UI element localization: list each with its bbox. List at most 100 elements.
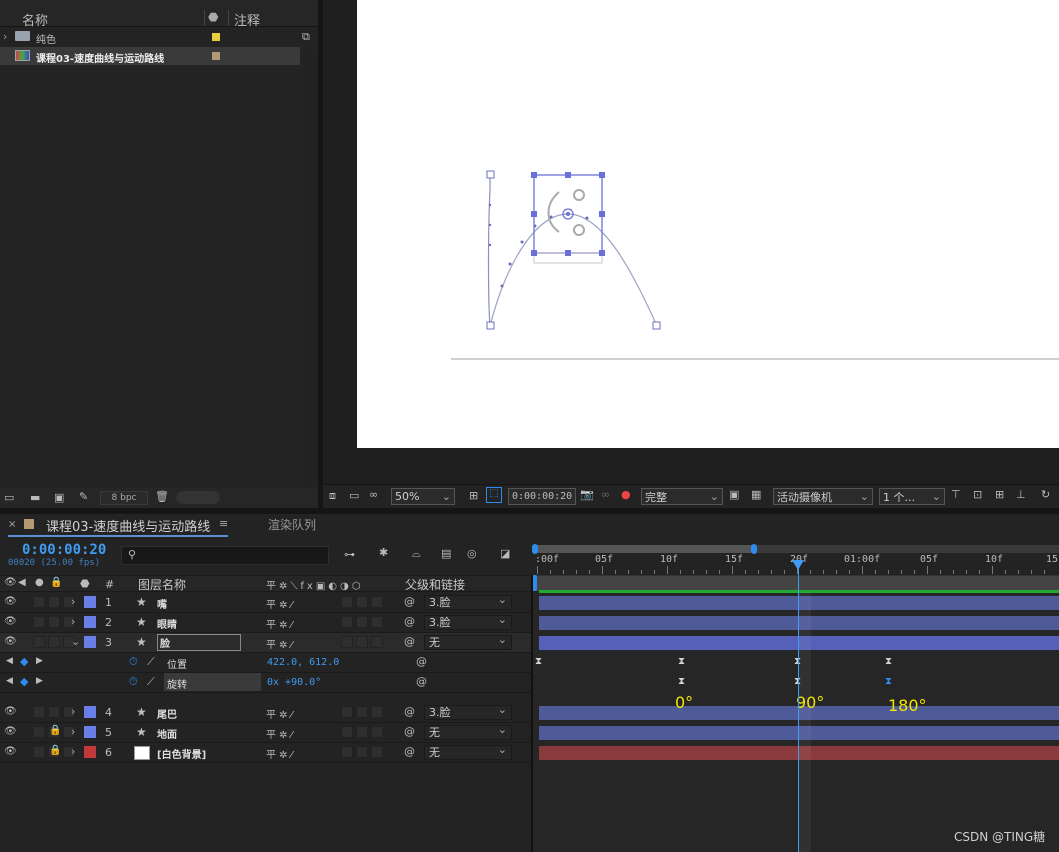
label-tag-icon[interactable]: ⬣ bbox=[80, 577, 90, 590]
graph-editor-icon[interactable]: ◪ bbox=[500, 547, 510, 560]
parent-select[interactable]: 3.脸 bbox=[424, 613, 512, 630]
position-keyframe[interactable]: ⧗ bbox=[678, 656, 685, 667]
layer-name[interactable]: 尾巴 bbox=[157, 706, 177, 721]
layer-label-color[interactable] bbox=[84, 616, 96, 628]
search-input[interactable]: ⚲ bbox=[121, 546, 329, 565]
switch-icons[interactable]: 平 ✲ ⁄ bbox=[266, 706, 292, 721]
graph-icon[interactable]: ⟋ bbox=[147, 655, 155, 669]
tab-render-queue[interactable]: 渲染队列 bbox=[268, 516, 316, 533]
layer-name[interactable]: 眼睛 bbox=[157, 616, 177, 631]
parent-header[interactable]: 父级和链接 bbox=[405, 576, 465, 593]
monitor-icon[interactable]: ▭ bbox=[349, 489, 359, 502]
prev-keyframe-icon[interactable]: ◀ bbox=[6, 656, 13, 666]
switch-box[interactable] bbox=[356, 596, 368, 608]
region-icon[interactable]: ⧈ bbox=[329, 489, 336, 503]
parent-select[interactable]: 无 bbox=[424, 723, 512, 740]
property-row[interactable]: ◀ ◆ ▶ ⏱ ⟋ 旋转 0x +90.0° @ bbox=[0, 673, 532, 693]
switch-box[interactable] bbox=[371, 616, 383, 628]
layer-row[interactable]: 👁 › 4 ★ 尾巴 平 ✲ ⁄ @ 3.脸 bbox=[0, 703, 532, 723]
timeline-navigator[interactable] bbox=[535, 575, 1059, 591]
mask-icon[interactable]: ∞ bbox=[369, 488, 378, 501]
pick-whip-icon[interactable]: @ bbox=[404, 595, 415, 608]
grid-icon[interactable]: ⊞ bbox=[469, 489, 478, 502]
switch-box[interactable] bbox=[341, 616, 353, 628]
solo-toggle[interactable] bbox=[33, 596, 45, 608]
layer-row[interactable]: 👁 🔒 › 5 ★ 地面 平 ✲ ⁄ @ 无 bbox=[0, 723, 532, 743]
eye-icon[interactable]: 👁 bbox=[4, 706, 17, 717]
lock-toggle[interactable] bbox=[48, 636, 60, 648]
project-item-folder[interactable]: › 纯色 bbox=[0, 28, 300, 46]
layer-row[interactable]: 👁 🔒 › 6 [白色背景] 平 ✲ ⁄ @ 无 bbox=[0, 743, 532, 763]
add-keyframe-icon[interactable]: ◆ bbox=[20, 655, 28, 668]
solo-toggle[interactable] bbox=[33, 636, 45, 648]
track-area[interactable] bbox=[533, 592, 1059, 852]
switch-icons[interactable]: 平 ✲ ⁄ bbox=[266, 636, 292, 651]
switch-box[interactable] bbox=[356, 636, 368, 648]
label-swatch[interactable] bbox=[212, 52, 220, 60]
column-comment-header[interactable]: 注释 bbox=[234, 10, 260, 29]
rotation-keyframe[interactable]: ⧗ bbox=[678, 676, 685, 687]
position-keyframe[interactable]: ⧗ bbox=[535, 656, 542, 667]
lock-toggle[interactable] bbox=[48, 616, 60, 628]
layer-label-color[interactable] bbox=[84, 706, 96, 718]
shy-layers-icon[interactable]: ⌓ bbox=[412, 547, 421, 561]
switch-box[interactable] bbox=[371, 746, 383, 758]
eye-icon[interactable]: 👁 bbox=[4, 616, 17, 627]
pick-whip-icon[interactable]: @ bbox=[416, 655, 427, 668]
current-time[interactable]: 0:00:00:20 bbox=[22, 542, 106, 558]
flowchart-icon[interactable]: ⧉ bbox=[302, 30, 310, 44]
solo-icon[interactable]: ● bbox=[35, 577, 44, 588]
chevron-right-icon[interactable]: › bbox=[71, 615, 75, 628]
refresh-icon[interactable]: ↻ bbox=[1041, 488, 1050, 501]
chevron-down-icon[interactable]: ⌄ bbox=[71, 635, 80, 648]
panel-scrollbar[interactable] bbox=[302, 50, 314, 486]
camera-icon[interactable]: 📷 bbox=[580, 488, 594, 501]
position-keyframe[interactable]: ⧗ bbox=[885, 656, 892, 667]
eye-icon[interactable]: 👁 bbox=[4, 636, 17, 647]
switch-box[interactable] bbox=[341, 596, 353, 608]
playhead-handle[interactable] bbox=[792, 560, 804, 570]
work-area-range[interactable] bbox=[535, 545, 755, 553]
new-comp-icon[interactable]: ▣ bbox=[54, 491, 64, 504]
project-scroll[interactable] bbox=[176, 491, 220, 504]
frame-blending-icon[interactable]: ▤ bbox=[441, 547, 451, 560]
lock-icon[interactable]: 🔒 bbox=[50, 577, 62, 588]
timeline-toggle-icon[interactable]: ⊞ bbox=[995, 488, 1004, 501]
audio-icon[interactable]: ◀ bbox=[18, 577, 26, 588]
eye-icon[interactable]: 👁 bbox=[4, 746, 17, 757]
eye-icon[interactable]: 👁 bbox=[4, 726, 17, 737]
label-swatch[interactable] bbox=[212, 33, 220, 41]
layer-row[interactable]: 👁 › 1 ★ 嘴 平 ✲ ⁄ @ 3.脸 bbox=[0, 593, 532, 613]
label-tag-icon[interactable]: ⬣ bbox=[208, 10, 218, 24]
transparency-grid-icon[interactable]: ▦ bbox=[751, 488, 761, 501]
switch-box[interactable] bbox=[356, 726, 368, 738]
next-keyframe-icon[interactable]: ▶ bbox=[36, 676, 43, 686]
solo-toggle[interactable] bbox=[33, 706, 45, 718]
chevron-right-icon[interactable]: › bbox=[71, 725, 75, 738]
solo-toggle[interactable] bbox=[33, 746, 45, 758]
chevron-right-icon[interactable]: › bbox=[71, 595, 75, 608]
chevron-right-icon[interactable]: › bbox=[71, 705, 75, 718]
motion-blur-icon[interactable]: ◎ bbox=[467, 547, 477, 560]
layer-row[interactable]: 👁 ⌄ 3 ★ 脸 平 ✲ ⁄ @ 无 bbox=[0, 633, 532, 653]
switch-box[interactable] bbox=[356, 616, 368, 628]
add-keyframe-icon[interactable]: ◆ bbox=[20, 675, 28, 688]
lock-icon[interactable]: 🔒 bbox=[49, 745, 61, 756]
reset-exposure-icon[interactable]: ⊤ bbox=[951, 488, 961, 501]
draft-3d-icon[interactable]: ✱ bbox=[379, 546, 388, 559]
eye-icon[interactable]: 👁 bbox=[4, 577, 17, 588]
switches-icons[interactable]: 平✲⟍fx▣◐◑⬡ bbox=[266, 577, 363, 592]
layer-label-color[interactable] bbox=[84, 726, 96, 738]
pick-whip-icon[interactable]: @ bbox=[404, 705, 415, 718]
chevron-right-icon[interactable]: › bbox=[3, 30, 7, 43]
stopwatch-icon[interactable]: ⏱ bbox=[129, 675, 138, 689]
views-select[interactable]: 1 个... ⌄ bbox=[879, 488, 945, 505]
prev-keyframe-icon[interactable]: ◀ bbox=[6, 676, 13, 686]
project-item-comp[interactable]: 课程03-速度曲线与运动路线 bbox=[0, 47, 300, 65]
column-name-header[interactable]: 名称 bbox=[22, 10, 48, 29]
fast-preview-icon[interactable]: ⊡ bbox=[973, 488, 982, 501]
viewer-timecode[interactable]: 0:00:00:20 bbox=[508, 488, 576, 505]
pick-whip-icon[interactable]: @ bbox=[404, 615, 415, 628]
graph-icon[interactable]: ⟋ bbox=[147, 675, 155, 689]
switch-icons[interactable]: 平 ✲ ⁄ bbox=[266, 596, 292, 611]
